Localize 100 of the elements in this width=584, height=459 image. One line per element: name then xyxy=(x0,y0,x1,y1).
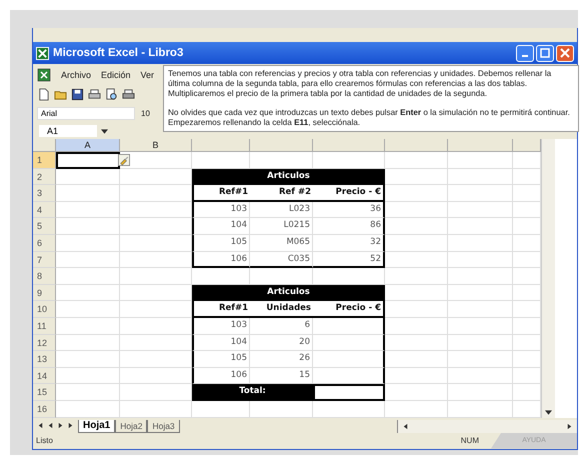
table-cell[interactable]: 6 xyxy=(250,318,313,335)
grid-cell[interactable] xyxy=(56,351,120,368)
grid-cell[interactable] xyxy=(385,218,448,235)
row-header[interactable]: 2 xyxy=(33,168,56,186)
grid-cell[interactable] xyxy=(56,234,120,252)
total-cell[interactable] xyxy=(313,384,385,401)
grid-cell[interactable] xyxy=(448,218,513,235)
grid-cell[interactable] xyxy=(56,384,120,401)
grid-cell[interactable] xyxy=(385,334,448,352)
font-field[interactable]: Arial xyxy=(37,107,135,120)
row-header[interactable]: 7 xyxy=(33,252,56,268)
column-header[interactable] xyxy=(250,139,313,152)
paintbrush-icon[interactable] xyxy=(118,154,130,166)
name-box[interactable]: A1 xyxy=(39,125,97,137)
grid-cell[interactable] xyxy=(385,318,448,335)
menu-item[interactable]: Archivo xyxy=(61,70,92,80)
grid-cell[interactable] xyxy=(448,168,513,186)
grid-cell[interactable] xyxy=(385,202,448,218)
table-cell[interactable]: 105 xyxy=(192,351,250,368)
grid-cell[interactable] xyxy=(56,252,120,268)
grid-cell[interactable] xyxy=(448,202,513,218)
table-cell[interactable]: 32 xyxy=(313,234,385,252)
grid-cell[interactable] xyxy=(448,334,513,352)
maximize-button[interactable] xyxy=(536,44,554,62)
select-all-corner[interactable] xyxy=(33,139,56,152)
row-header[interactable]: 6 xyxy=(33,234,56,252)
row-header[interactable]: 4 xyxy=(33,202,56,218)
save-icon[interactable] xyxy=(71,88,84,101)
table-cell[interactable]: 52 xyxy=(313,252,385,268)
scroll-left-icon[interactable] xyxy=(402,422,409,430)
grid-cell[interactable] xyxy=(385,368,448,384)
column-header[interactable] xyxy=(313,139,385,152)
grid-cell[interactable] xyxy=(56,202,120,218)
row-header[interactable]: 14 xyxy=(33,368,56,384)
table-cell[interactable]: 105 xyxy=(192,234,250,252)
grid-cell[interactable] xyxy=(448,234,513,252)
grid-cell[interactable] xyxy=(56,284,120,302)
sheet-tab[interactable]: Hoja2 xyxy=(115,420,148,432)
grid-cell[interactable] xyxy=(56,168,120,186)
close-button[interactable] xyxy=(556,44,574,62)
table-cell[interactable]: L0215 xyxy=(250,218,313,235)
menu-item[interactable]: Edición xyxy=(101,70,131,80)
menu-item[interactable]: Ver xyxy=(140,70,154,80)
grid-cell[interactable] xyxy=(448,351,513,368)
scroll-right-icon[interactable] xyxy=(566,422,573,430)
grid-cell[interactable] xyxy=(56,268,120,285)
grid-cell[interactable] xyxy=(385,301,448,318)
sheet-tab[interactable]: Hoja1 xyxy=(78,420,116,432)
row-header[interactable]: 3 xyxy=(33,185,56,202)
table-cell[interactable]: 106 xyxy=(192,368,250,384)
table-cell[interactable]: 86 xyxy=(313,218,385,235)
grid-cell[interactable] xyxy=(385,234,448,252)
grid-cell[interactable] xyxy=(448,301,513,318)
grid-cell[interactable] xyxy=(448,185,513,202)
grid-cell[interactable] xyxy=(385,168,448,186)
table-cell[interactable]: 36 xyxy=(313,202,385,218)
grid-cell[interactable] xyxy=(56,218,120,235)
column-header[interactable]: B xyxy=(120,139,192,152)
table-cell[interactable]: 20 xyxy=(250,334,313,352)
row-header[interactable]: 5 xyxy=(33,218,56,235)
row-header[interactable]: 12 xyxy=(33,334,56,352)
table-cell[interactable]: 15 xyxy=(250,368,313,384)
table-cell[interactable]: L023 xyxy=(250,202,313,218)
grid-cell[interactable] xyxy=(56,334,120,352)
row-header[interactable]: 11 xyxy=(33,318,56,335)
grid-cell[interactable] xyxy=(448,284,513,302)
column-header[interactable] xyxy=(513,139,541,152)
grid-cell[interactable] xyxy=(385,384,448,401)
row-header[interactable]: 10 xyxy=(33,301,56,318)
grid-cell[interactable] xyxy=(385,268,448,285)
grid-cell[interactable] xyxy=(56,185,120,202)
table-cell[interactable]: C035 xyxy=(250,252,313,268)
grid-cell[interactable] xyxy=(385,351,448,368)
column-header[interactable]: A xyxy=(56,139,120,152)
preview-icon[interactable] xyxy=(105,88,118,101)
table-cell[interactable]: 103 xyxy=(192,318,250,335)
column-header[interactable] xyxy=(192,139,250,152)
row-header[interactable]: 15 xyxy=(33,384,56,401)
table-cell[interactable] xyxy=(313,334,385,352)
table-cell[interactable]: M065 xyxy=(250,234,313,252)
printer-icon[interactable] xyxy=(88,88,101,101)
grid-cell[interactable] xyxy=(120,152,192,169)
row-header[interactable]: 16 xyxy=(33,400,56,418)
vertical-scrollbar[interactable] xyxy=(541,139,555,418)
table-cell[interactable]: 104 xyxy=(192,334,250,352)
grid-cell[interactable] xyxy=(385,152,448,169)
grid-cell[interactable] xyxy=(385,252,448,268)
new-file-icon[interactable] xyxy=(37,88,50,101)
horizontal-scrollbar[interactable] xyxy=(397,420,577,432)
row-header[interactable]: 9 xyxy=(33,284,56,302)
sheet-tab[interactable]: Hoja3 xyxy=(147,420,180,432)
grid-cell[interactable] xyxy=(385,185,448,202)
column-header[interactable] xyxy=(385,139,448,152)
grid-cell[interactable] xyxy=(448,268,513,285)
printer-icon[interactable] xyxy=(122,88,135,101)
grid-cell[interactable] xyxy=(56,368,120,384)
document-icon[interactable] xyxy=(37,68,51,82)
minimize-button[interactable] xyxy=(516,44,534,62)
row-header[interactable]: 13 xyxy=(33,351,56,368)
scroll-down-icon[interactable] xyxy=(545,410,552,414)
